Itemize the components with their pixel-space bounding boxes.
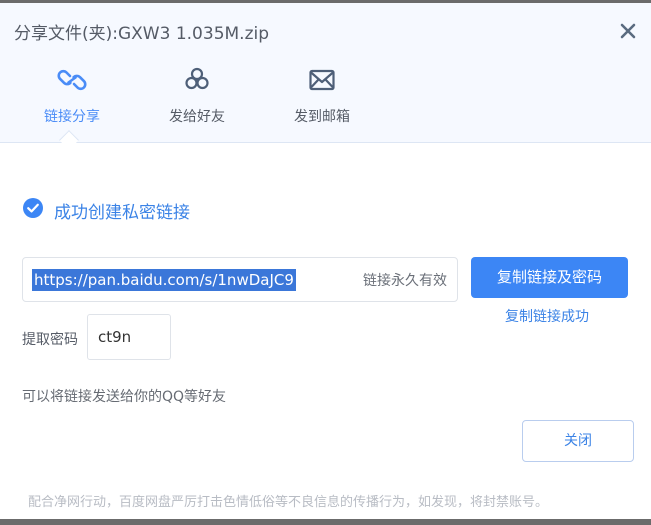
tab-send-mail-label: 发到邮箱 — [294, 109, 350, 125]
check-circle-icon — [22, 197, 44, 219]
copy-link-and-code-button[interactable]: 复制链接及密码 — [471, 257, 628, 298]
tab-send-friend-label: 发给好友 — [169, 109, 225, 125]
friends-icon — [182, 67, 212, 93]
share-hint: 可以将链接发送给你的QQ等好友 — [22, 389, 227, 405]
tab-send-mail[interactable]: 发到邮箱 — [283, 67, 361, 131]
tab-link-share-label: 链接分享 — [44, 109, 100, 125]
extract-code-field[interactable]: ct9n — [87, 314, 171, 360]
mail-icon — [307, 67, 337, 93]
tab-link-share[interactable]: 链接分享 — [34, 67, 110, 131]
link-validity: 链接永久有效 — [363, 273, 447, 289]
close-button[interactable]: 关闭 — [522, 420, 634, 462]
link-icon — [57, 67, 87, 93]
copy-status: 复制链接成功 — [505, 309, 589, 325]
extract-code-label: 提取密码 — [22, 332, 78, 348]
dialog-header: 分享文件(夹):GXW3 1.035M.zip 链接分享 发给好友 发到邮箱 — [0, 3, 651, 143]
share-link-field[interactable]: https://pan.baidu.com/s/1nwDaJC9 链接永久有效 — [22, 257, 458, 302]
dialog-title: 分享文件(夹):GXW3 1.035M.zip — [14, 24, 270, 44]
close-icon[interactable] — [616, 19, 640, 43]
share-link-url[interactable]: https://pan.baidu.com/s/1nwDaJC9 — [32, 269, 296, 291]
share-dialog: 分享文件(夹):GXW3 1.035M.zip 链接分享 发给好友 发到邮箱 成… — [0, 3, 651, 519]
policy-notice: 配合净网行动，百度网盘严厉打击色情低俗等不良信息的传播行为，如发现，将封禁账号。 — [28, 495, 549, 510]
tab-send-friend[interactable]: 发给好友 — [158, 67, 236, 131]
success-text: 成功创建私密链接 — [54, 203, 190, 223]
